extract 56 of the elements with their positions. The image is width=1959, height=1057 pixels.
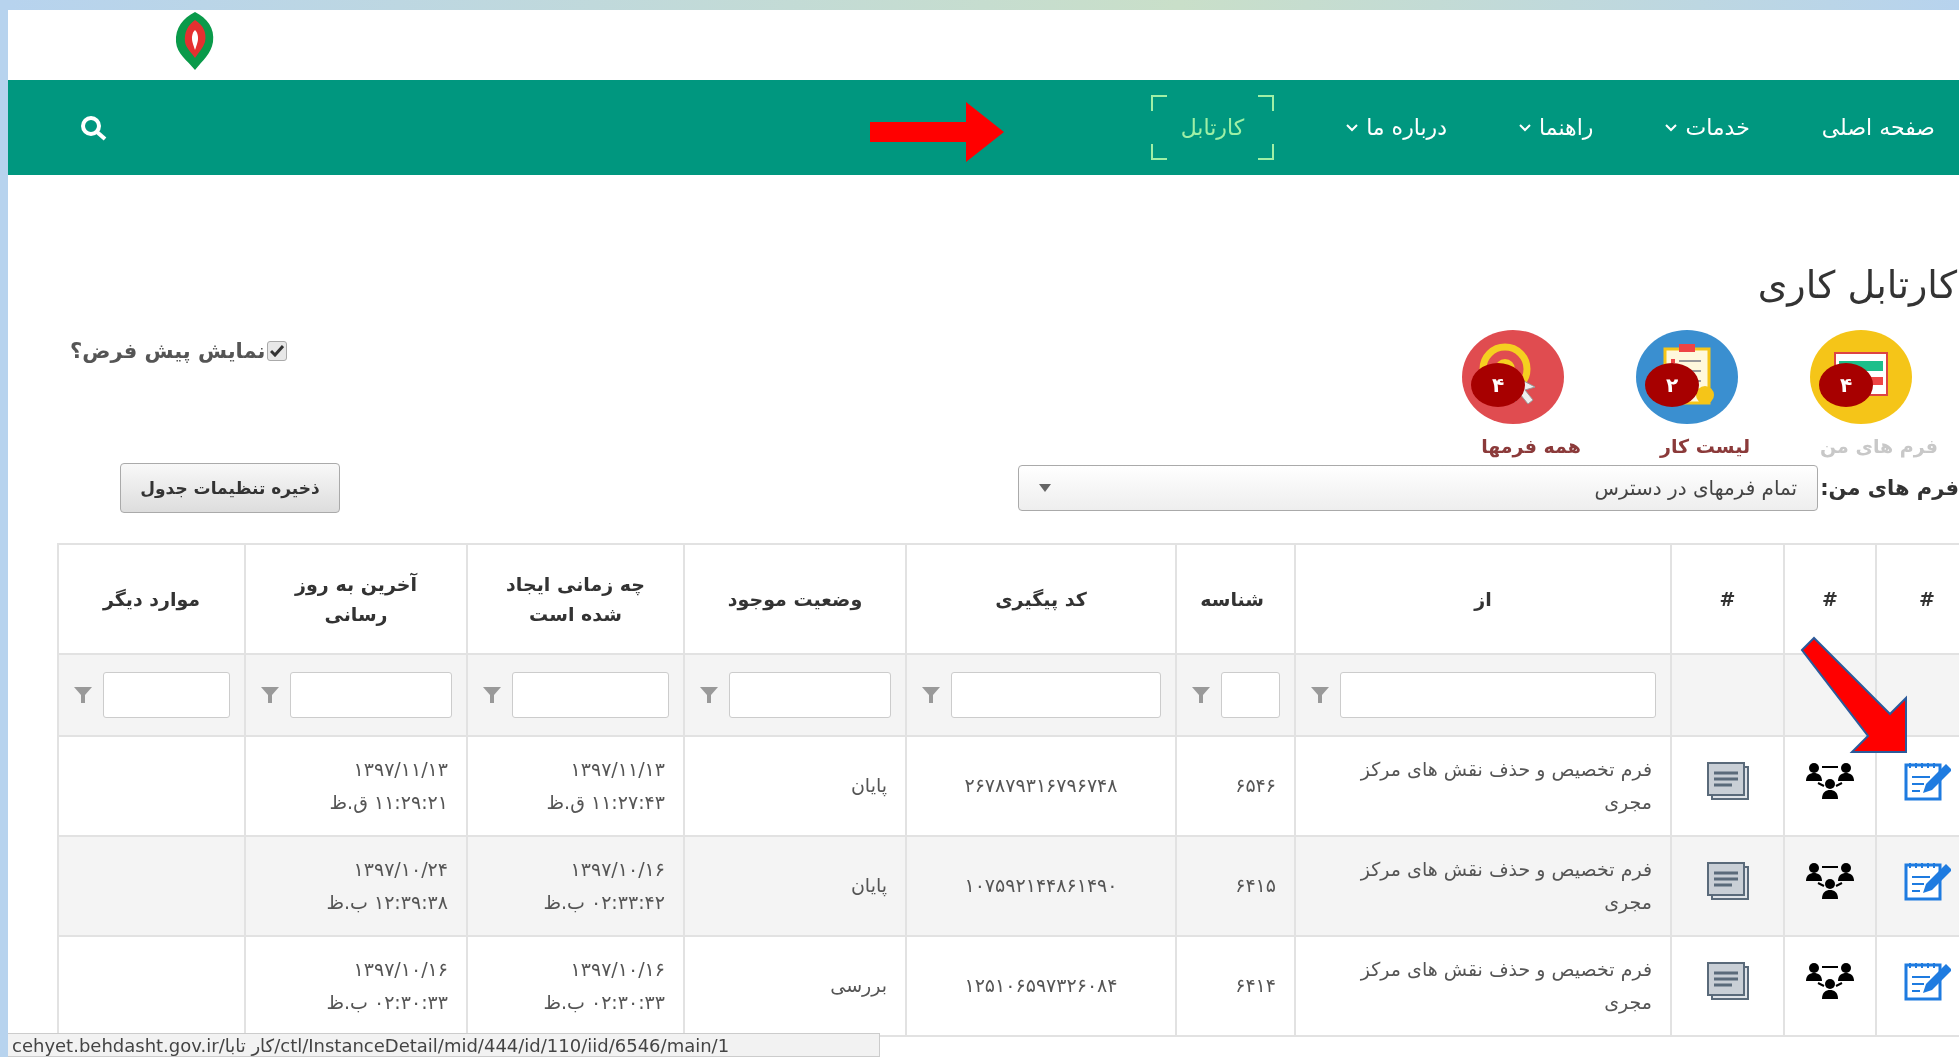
table-cell: ۶۴۱۴	[1176, 936, 1295, 1036]
filter-icon[interactable]	[73, 685, 93, 705]
filter-icon[interactable]	[1191, 685, 1211, 705]
check-icon	[270, 345, 285, 357]
table-cell: ۱۰۷۵۹۲۱۴۴۸۶۱۴۹۰	[906, 836, 1176, 936]
table-cell: پایان	[684, 836, 906, 936]
table-cell: فرم تخصیص و حذف نقش های مرکز مجری	[1295, 836, 1671, 936]
table-cell: ۱۳۹۷/۱۰/۱۶ ۰۲:۳۳:۴۲ ب.ظ	[467, 836, 684, 936]
table-cell: ۱۳۹۷/۱۰/۱۶ ۰۲:۳۰:۳۳ ب.ظ	[467, 936, 684, 1036]
filter-input[interactable]	[1221, 672, 1280, 718]
filter-input[interactable]	[290, 672, 452, 718]
people-network-icon[interactable]	[1805, 960, 1855, 1001]
filter-icon[interactable]	[699, 685, 719, 705]
document-icon[interactable]	[1705, 860, 1750, 901]
nav-link[interactable]: خدمات	[1665, 115, 1750, 140]
table-cell: ۶۵۴۶	[1176, 736, 1295, 836]
nav-link[interactable]: درباره ما	[1346, 115, 1447, 140]
filter-input[interactable]	[103, 672, 230, 718]
arrow-icon	[870, 100, 1005, 164]
table-cell: ۶۴۱۵	[1176, 836, 1295, 936]
filter-input[interactable]	[729, 672, 891, 718]
status-url: cehyet.behdasht.gov.ir/کار تابا/ctl/InstanceDetail/mid/444/id/110/iid/6546/main/1	[8, 1033, 880, 1057]
table-cell: ۱۲۵۱۰۶۵۹۷۳۲۶۰۸۴	[906, 936, 1176, 1036]
save-button[interactable]: ذخیره تنظیمات جدول	[120, 463, 340, 513]
nav-link[interactable]: صفحه اصلی	[1821, 115, 1935, 140]
filter-icon[interactable]	[482, 685, 502, 705]
filter-input[interactable]	[512, 672, 669, 718]
filter-input[interactable]	[1340, 672, 1656, 718]
form-select[interactable]: تمام فرمهای در دسترس	[1018, 465, 1819, 511]
filter-input[interactable]	[951, 672, 1161, 718]
field-label: فرم های من:	[1820, 476, 1959, 500]
filter-icon[interactable]	[1310, 685, 1330, 705]
nav-link[interactable]: راهنما	[1519, 115, 1594, 140]
table-cell: فرم تخصیص و حذف نقش های مرکز مجری	[1295, 736, 1671, 836]
table-cell: فرم تخصیص و حذف نقش های مرکز مجری	[1295, 936, 1671, 1036]
search-icon	[80, 114, 108, 141]
document-icon[interactable]	[1705, 960, 1750, 1001]
table-cell: ۱۳۹۷/۱۱/۱۳ ۱۱:۲۹:۲۱ ق.ظ	[245, 736, 467, 836]
shortcut-link[interactable]: ۲ لیست کار	[1635, 329, 1775, 457]
caret-icon	[1039, 484, 1052, 492]
table-cell: ۱۳۹۷/۱۰/۲۴ ۱۲:۳۹:۳۸ ب.ظ	[245, 836, 467, 936]
page-title: کارتابل کاری	[1757, 263, 1957, 307]
table-cell: ۱۳۹۷/۱۱/۱۳ ۱۱:۲۷:۴۳ ق.ظ	[467, 736, 684, 836]
people-network-icon[interactable]	[1805, 860, 1855, 901]
document-icon[interactable]	[1705, 760, 1750, 801]
table-cell: ۲۶۷۸۷۹۳۱۶۷۹۶۷۴۸	[906, 736, 1176, 836]
filter-icon[interactable]	[921, 685, 941, 705]
search-button[interactable]	[80, 114, 108, 141]
shortcut-link[interactable]: ۴ همه فرمها	[1461, 329, 1601, 457]
checkbox[interactable]	[267, 341, 288, 361]
table-cell: بررسی	[684, 936, 906, 1036]
table-cell: ۱۳۹۷/۱۰/۱۶ ۰۲:۳۰:۳۳ ب.ظ	[245, 936, 467, 1036]
default-view-checkbox[interactable]: نمایش پیش فرض؟	[70, 339, 288, 363]
filter-icon[interactable]	[260, 685, 280, 705]
people-network-icon[interactable]	[1805, 760, 1855, 801]
table-cell: پایان	[684, 736, 906, 836]
